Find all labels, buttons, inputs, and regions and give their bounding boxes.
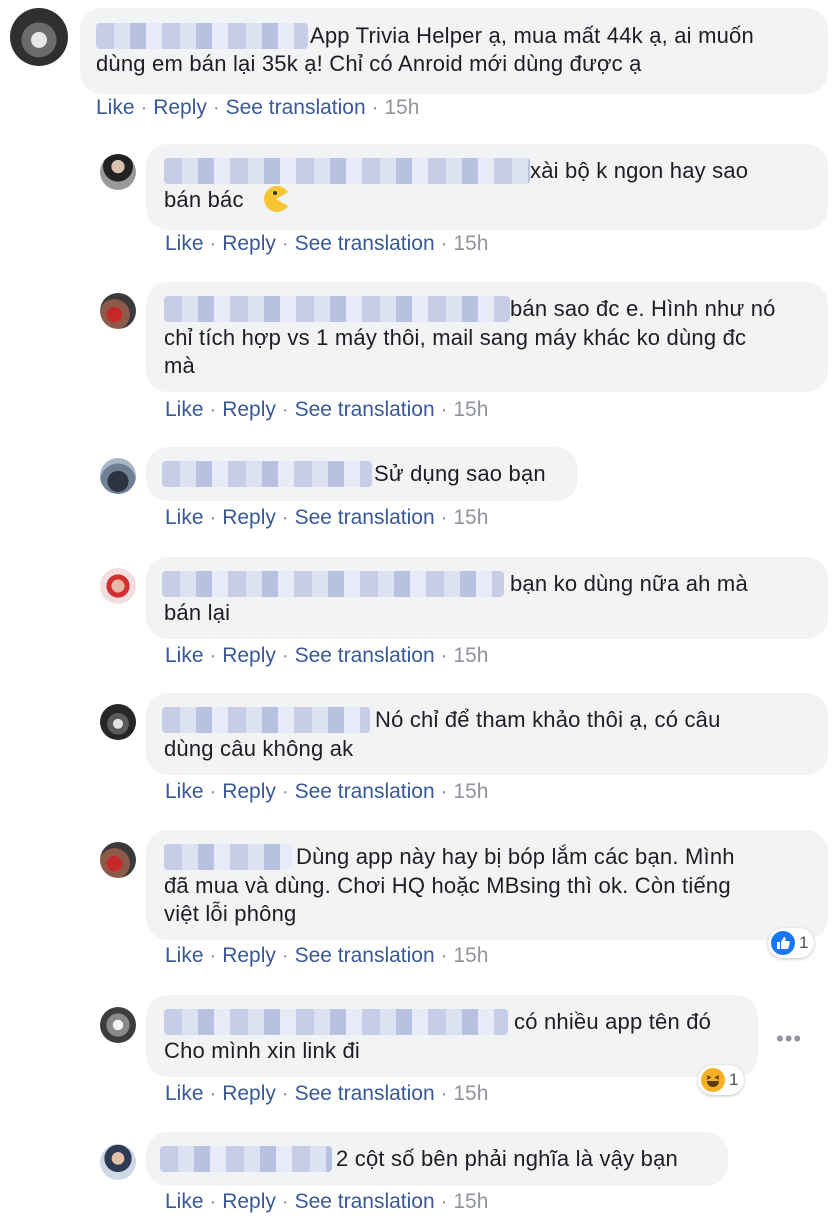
reply-link[interactable]: Reply bbox=[222, 398, 276, 421]
like-reaction-icon bbox=[771, 931, 795, 955]
comment-bubble: có nhiều app tên đó Cho mình xin link đi bbox=[146, 995, 758, 1077]
timestamp[interactable]: 15h bbox=[453, 1082, 488, 1105]
blurred-author-name[interactable] bbox=[164, 844, 292, 870]
see-translation-link[interactable]: See translation bbox=[295, 232, 435, 255]
blurred-author-name[interactable] bbox=[162, 571, 504, 597]
timestamp[interactable]: 15h bbox=[453, 1190, 488, 1213]
like-link[interactable]: Like bbox=[96, 96, 135, 119]
reaction-count: 1 bbox=[799, 933, 809, 952]
comment-actions: Like · Reply · See translation · 15h bbox=[165, 232, 489, 255]
reply-link[interactable]: Reply bbox=[222, 1190, 276, 1213]
pacman-emoji-icon bbox=[262, 185, 290, 213]
comment-text: mà bbox=[164, 353, 195, 378]
comment-text: đã mua và dùng. Chơi HQ hoặc MBsing thì … bbox=[164, 873, 731, 898]
comment-actions: Like · Reply · See translation · 15h bbox=[165, 506, 489, 529]
avatar[interactable] bbox=[10, 8, 68, 66]
more-options-icon[interactable]: ••• bbox=[776, 1026, 802, 1052]
blurred-author-name[interactable] bbox=[96, 23, 308, 49]
comment-text: dùng em bán lại 35k ạ! Chỉ có Anroid mới… bbox=[96, 51, 642, 76]
comment-text: xài bộ k ngon hay sao bbox=[530, 158, 749, 183]
reply-link[interactable]: Reply bbox=[222, 1082, 276, 1105]
comment-actions: Like · Reply · See translation · 15h bbox=[96, 96, 420, 119]
blurred-author-name[interactable] bbox=[160, 1146, 332, 1172]
comment-text: bạn ko dùng nữa ah mà bbox=[510, 571, 748, 596]
blurred-author-name[interactable] bbox=[162, 707, 370, 733]
comment-text: Dùng app này hay bị bóp lắm các bạn. Mìn… bbox=[296, 844, 735, 869]
comment-bubble: xài bộ k ngon hay sao bán bác bbox=[146, 144, 828, 230]
comment-text: Cho mình xin link đi bbox=[164, 1038, 360, 1063]
see-translation-link[interactable]: See translation bbox=[295, 506, 435, 529]
like-link[interactable]: Like bbox=[165, 1190, 204, 1213]
like-link[interactable]: Like bbox=[165, 232, 204, 255]
reply-link[interactable]: Reply bbox=[222, 780, 276, 803]
avatar[interactable] bbox=[100, 154, 136, 190]
reply-link[interactable]: Reply bbox=[222, 506, 276, 529]
comment-text: bán sao đc e. Hình như nó bbox=[510, 296, 776, 321]
avatar[interactable] bbox=[100, 293, 136, 329]
comment-text: dùng câu không ak bbox=[164, 736, 354, 761]
like-link[interactable]: Like bbox=[165, 1082, 204, 1105]
blurred-author-name[interactable] bbox=[164, 158, 530, 184]
comment-bubble: Sử dụng sao bạn bbox=[146, 447, 578, 501]
reply-link[interactable]: Reply bbox=[222, 644, 276, 667]
comment-text: việt lỗi phông bbox=[164, 901, 297, 926]
like-link[interactable]: Like bbox=[165, 780, 204, 803]
reply-link[interactable]: Reply bbox=[153, 96, 207, 119]
comment-text: bán lại bbox=[164, 600, 231, 625]
avatar[interactable] bbox=[100, 704, 136, 740]
comment-actions: Like · Reply · See translation · 15h bbox=[165, 398, 489, 421]
see-translation-link[interactable]: See translation bbox=[226, 96, 366, 119]
timestamp[interactable]: 15h bbox=[453, 506, 488, 529]
reaction-count: 1 bbox=[729, 1070, 739, 1089]
like-link[interactable]: Like bbox=[165, 506, 204, 529]
comment-bubble: 2 cột số bên phải nghĩa là vậy bạn bbox=[146, 1132, 728, 1186]
see-translation-link[interactable]: See translation bbox=[295, 1082, 435, 1105]
see-translation-link[interactable]: See translation bbox=[295, 944, 435, 967]
reply-link[interactable]: Reply bbox=[222, 944, 276, 967]
comment-text: bán bác bbox=[164, 187, 244, 212]
comment-text: chỉ tích hợp vs 1 máy thôi, mail sang má… bbox=[164, 325, 747, 350]
comment-actions: Like · Reply · See translation · 15h bbox=[165, 644, 489, 667]
avatar[interactable] bbox=[100, 568, 136, 604]
comment-bubble: Dùng app này hay bị bóp lắm các bạn. Mìn… bbox=[146, 830, 828, 940]
comment-bubble: Nó chỉ để tham khảo thôi ạ, có câu dùng … bbox=[146, 693, 828, 775]
timestamp[interactable]: 15h bbox=[384, 96, 419, 119]
comment-bubble: App Trivia Helper ạ, mua mất 44k ạ, ai m… bbox=[80, 8, 828, 94]
comment-text: Nó chỉ để tham khảo thôi ạ, có câu bbox=[375, 707, 721, 732]
comment-actions: Like · Reply · See translation · 15h bbox=[165, 1082, 489, 1105]
like-link[interactable]: Like bbox=[165, 398, 204, 421]
comment-actions: Like · Reply · See translation · 15h bbox=[165, 780, 489, 803]
comment-text: 2 cột số bên phải nghĩa là vậy bạn bbox=[336, 1146, 678, 1171]
comment-actions: Like · Reply · See translation · 15h bbox=[165, 944, 489, 967]
comment-text: Sử dụng sao bạn bbox=[374, 461, 546, 486]
see-translation-link[interactable]: See translation bbox=[295, 780, 435, 803]
comment-bubble: bạn ko dùng nữa ah mà bán lại bbox=[146, 557, 828, 639]
timestamp[interactable]: 15h bbox=[453, 232, 488, 255]
blurred-author-name[interactable] bbox=[162, 461, 372, 487]
timestamp[interactable]: 15h bbox=[453, 944, 488, 967]
reply-link[interactable]: Reply bbox=[222, 232, 276, 255]
reaction-badge[interactable]: 1 bbox=[768, 928, 815, 958]
avatar[interactable] bbox=[100, 842, 136, 878]
comment-actions: Like · Reply · See translation · 15h bbox=[165, 1190, 489, 1213]
avatar[interactable] bbox=[100, 458, 136, 494]
timestamp[interactable]: 15h bbox=[453, 398, 488, 421]
avatar[interactable] bbox=[100, 1007, 136, 1043]
see-translation-link[interactable]: See translation bbox=[295, 644, 435, 667]
reaction-badge[interactable]: 1 bbox=[698, 1065, 745, 1095]
blurred-author-name[interactable] bbox=[164, 1009, 508, 1035]
haha-reaction-icon bbox=[701, 1068, 725, 1092]
comment-text: App Trivia Helper ạ, mua mất 44k ạ, ai m… bbox=[310, 23, 754, 48]
see-translation-link[interactable]: See translation bbox=[295, 398, 435, 421]
comment-text: có nhiều app tên đó bbox=[514, 1009, 712, 1034]
blurred-author-name[interactable] bbox=[164, 296, 510, 322]
like-link[interactable]: Like bbox=[165, 944, 204, 967]
timestamp[interactable]: 15h bbox=[453, 644, 488, 667]
timestamp[interactable]: 15h bbox=[453, 780, 488, 803]
see-translation-link[interactable]: See translation bbox=[295, 1190, 435, 1213]
avatar[interactable] bbox=[100, 1144, 136, 1180]
like-link[interactable]: Like bbox=[165, 644, 204, 667]
comment-bubble: bán sao đc e. Hình như nó chỉ tích hợp v… bbox=[146, 282, 828, 392]
